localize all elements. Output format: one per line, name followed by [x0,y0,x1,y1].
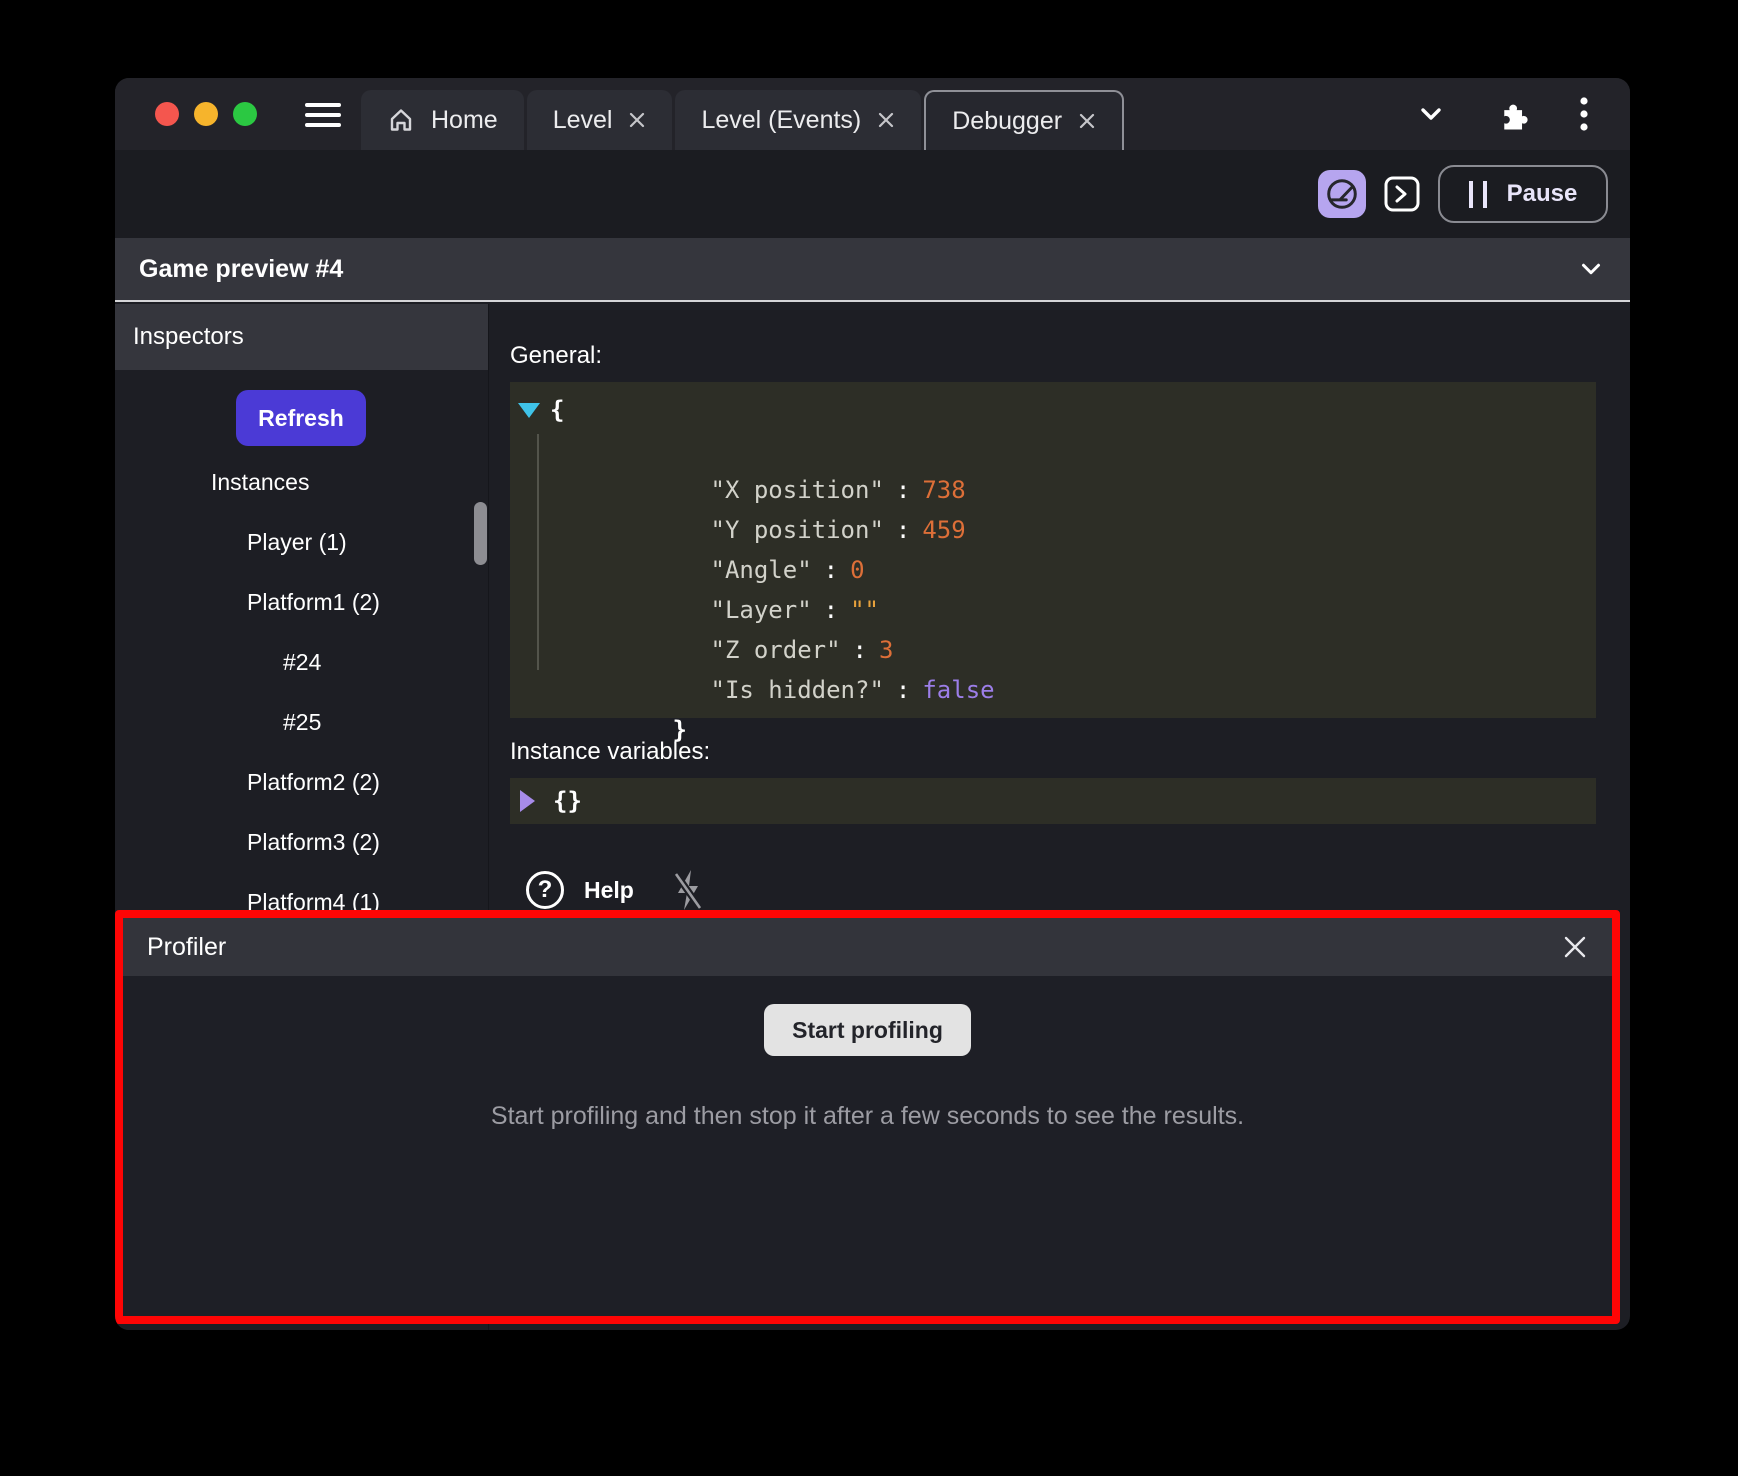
help-question-icon[interactable]: ? [526,871,564,909]
inspectors-header: Inspectors [115,304,488,370]
close-icon[interactable] [628,111,646,129]
json-root-row: { [510,390,1596,430]
debugger-main: Inspectors Refresh Instances Player (1) … [115,304,1630,1330]
tree-scrollbar[interactable] [474,502,487,565]
profiler-gauge-icon [1325,177,1359,211]
profiler-panel: Profiler Start profiling Start profiling… [115,910,1620,1324]
profiler-header: Profiler [123,918,1612,976]
pause-icon [1469,181,1487,208]
more-options-kebab-icon[interactable] [1579,78,1589,150]
instances-tree: Instances Player (1) Platform1 (2) #24 #… [115,452,488,932]
json-line-x-position: "X position":738 [510,430,1596,470]
help-label[interactable]: Help [584,877,634,904]
tree-item-platform1[interactable]: Platform1 (2) [115,572,488,632]
extensions-puzzle-icon[interactable] [1495,78,1529,150]
help-row: ? Help [510,868,1596,912]
debugger-toolbar: Pause [115,150,1630,238]
close-icon[interactable] [877,111,895,129]
tree-item-platform3[interactable]: Platform3 (2) [115,812,488,872]
flash-off-icon[interactable] [672,868,704,912]
minimize-window-button[interactable] [194,102,218,126]
tab-label: Level [553,106,613,135]
tree-item-platform2[interactable]: Platform2 (2) [115,752,488,812]
profiler-title: Profiler [147,933,226,962]
collapse-expanded-arrow-icon[interactable] [518,403,540,418]
close-brace: } [673,716,687,744]
pause-label: Pause [1507,180,1578,208]
tab-level-events[interactable]: Level (Events) [675,90,921,150]
tab-debugger[interactable]: Debugger [924,90,1124,150]
close-window-button[interactable] [155,102,179,126]
expand-tabs-chevron-down-icon[interactable] [1415,78,1447,150]
open-brace: { [550,390,564,430]
tab-home[interactable]: Home [361,90,524,150]
tree-item-player[interactable]: Player (1) [115,512,488,572]
tree-item-24[interactable]: #24 [115,632,488,692]
profiler-description: Start profiling and then stop it after a… [123,1102,1612,1131]
home-icon [387,106,415,134]
titlebar: Home Level Level (Events) Debugger [115,78,1630,150]
instance-variables-json-view: {} [510,778,1596,824]
tab-label: Level (Events) [701,106,861,135]
start-profiling-button[interactable]: Start profiling [764,1004,971,1056]
pause-button[interactable]: Pause [1438,165,1608,223]
question-glyph: ? [538,876,553,904]
profiler-close-icon[interactable] [1562,934,1588,960]
tab-bar: Home Level Level (Events) Debugger [361,90,1124,150]
profiler-body: Start profiling Start profiling and then… [123,976,1612,1131]
game-preview-header[interactable]: Game preview #4 [115,238,1630,302]
traffic-lights [155,102,257,126]
tree-item-instances[interactable]: Instances [115,452,488,512]
general-json-view: { "X position":738 "Y position":459 "Ang… [510,382,1596,718]
console-button[interactable] [1382,174,1422,214]
close-icon[interactable] [1078,112,1096,130]
expand-collapsed-arrow-icon[interactable] [520,790,535,812]
profiler-toggle-button[interactable] [1318,170,1366,218]
general-section-label: General: [510,342,1596,370]
tab-label: Home [431,106,498,135]
game-preview-title: Game preview #4 [139,255,343,284]
tree-item-25[interactable]: #25 [115,692,488,752]
tab-label: Debugger [952,107,1062,136]
indent-guide [537,434,539,670]
zoom-window-button[interactable] [233,102,257,126]
empty-object-value: {} [553,787,582,815]
collapse-preview-chevron-down-icon[interactable] [1576,254,1606,284]
console-icon [1383,175,1421,213]
menu-icon[interactable] [305,103,341,127]
app-window: Home Level Level (Events) Debugger [115,78,1630,1330]
tab-level[interactable]: Level [527,90,673,150]
refresh-button[interactable]: Refresh [236,390,366,446]
